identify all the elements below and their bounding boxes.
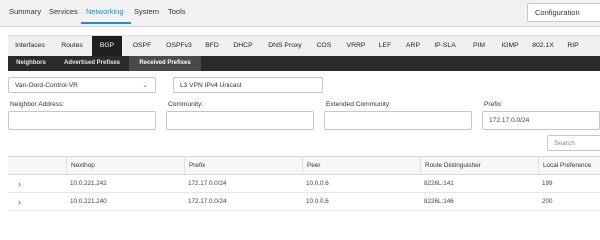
tab-dns-proxy[interactable]: DNS Proxy bbox=[262, 36, 308, 56]
column-header-prefix[interactable]: Prefix bbox=[184, 157, 302, 175]
neighbor-address-label: Neighbor Address: bbox=[10, 101, 65, 108]
community-input[interactable] bbox=[166, 111, 314, 130]
nav-services[interactable]: Services bbox=[49, 7, 78, 16]
table-header: Nexthop Prefix Peer Route Distinguisher … bbox=[8, 156, 600, 175]
address-family-select-value: L3 VPN IPv4 Unicast bbox=[180, 82, 242, 89]
tab-bgp[interactable]: BGP bbox=[92, 36, 122, 56]
cell-nexthop: 10.0.221.240 bbox=[70, 198, 107, 205]
cell-local-preference: 200 bbox=[542, 198, 553, 205]
protocol-tab-bar: Interfaces Routes BGP OSPF OSPFv3 BFD DH… bbox=[8, 35, 600, 57]
cell-peer: 10.0.0.6 bbox=[306, 198, 329, 205]
cell-route-distinguisher: 8226L:146 bbox=[424, 198, 454, 205]
chevron-right-icon[interactable]: › bbox=[18, 175, 21, 193]
configuration-button[interactable]: Configuration bbox=[527, 3, 600, 22]
cell-prefix: 172.17.0.0/24 bbox=[188, 198, 227, 205]
nav-system[interactable]: System bbox=[134, 7, 159, 16]
tab-igmp[interactable]: IGMP bbox=[496, 36, 524, 56]
nav-tools[interactable]: Tools bbox=[168, 7, 186, 16]
tab-received-prefixes[interactable]: Received Prefixes bbox=[129, 56, 201, 71]
chevron-down-icon: ⌄ bbox=[142, 82, 148, 89]
cell-peer: 10.0.0.6 bbox=[306, 180, 329, 187]
column-header-local-preference[interactable]: Local Preference bbox=[538, 157, 600, 175]
nav-summary[interactable]: Summary bbox=[9, 7, 41, 16]
active-nav-indicator bbox=[81, 22, 131, 24]
tab-ip-sla[interactable]: IP-SLA bbox=[428, 36, 462, 56]
tab-lef[interactable]: LEF bbox=[374, 36, 396, 56]
community-label: Community: bbox=[168, 101, 204, 108]
search-input[interactable]: Search bbox=[547, 135, 600, 151]
table-row[interactable]: › 10.0.221.240 172.17.0.0/24 10.0.0.6 82… bbox=[8, 193, 600, 211]
tab-routes[interactable]: Routes bbox=[54, 36, 90, 56]
tab-rip[interactable]: RIP bbox=[562, 36, 584, 56]
cell-prefix: 172.17.0.0/24 bbox=[188, 180, 227, 187]
chevron-right-icon[interactable]: › bbox=[18, 193, 21, 211]
address-family-select[interactable]: L3 VPN IPv4 Unicast bbox=[173, 77, 323, 93]
main-content: Interfaces Routes BGP OSPF OSPFv3 BFD DH… bbox=[0, 27, 600, 214]
tab-vrrp[interactable]: VRRP bbox=[341, 36, 371, 56]
nav-networking[interactable]: Networking bbox=[86, 7, 124, 16]
extended-community-label: Extended Community: bbox=[326, 101, 391, 108]
table-row[interactable]: › 10.0.221.242 172.17.0.0/24 10.0.0.6 82… bbox=[8, 175, 600, 193]
tab-arp[interactable]: ARP bbox=[401, 36, 425, 56]
tab-ospf[interactable]: OSPF bbox=[127, 36, 157, 56]
prefix-label: Prefix: bbox=[484, 101, 503, 108]
prefix-input[interactable]: 172.17.0.0/24 bbox=[482, 111, 600, 130]
tab-802-1x[interactable]: 802.1X bbox=[528, 36, 558, 56]
column-header-expand bbox=[8, 157, 66, 175]
tab-pim[interactable]: PIM bbox=[468, 36, 490, 56]
cell-nexthop: 10.0.221.242 bbox=[70, 180, 107, 187]
cell-route-distinguisher: 8226L:141 bbox=[424, 180, 454, 187]
column-header-route-distinguisher[interactable]: Route Distinguisher bbox=[420, 157, 538, 175]
neighbor-address-input[interactable] bbox=[8, 111, 156, 130]
tab-neighbors[interactable]: Neighbors bbox=[8, 56, 54, 71]
tab-ospfv3[interactable]: OSPFv3 bbox=[161, 36, 197, 56]
cell-local-preference: 199 bbox=[542, 180, 553, 187]
virtual-router-select[interactable]: Van-Oord-Control-VR ⌄ bbox=[8, 77, 156, 93]
tab-advertised-prefixes[interactable]: Advertised Prefixes bbox=[56, 56, 128, 71]
virtual-router-select-value: Van-Oord-Control-VR bbox=[15, 82, 78, 89]
tab-dhcp[interactable]: DHCP bbox=[228, 36, 258, 56]
tab-bfd[interactable]: BFD bbox=[199, 36, 225, 56]
tab-cos[interactable]: COS bbox=[311, 36, 337, 56]
column-header-nexthop[interactable]: Nexthop bbox=[66, 157, 184, 175]
extended-community-input[interactable] bbox=[324, 111, 472, 130]
column-header-peer[interactable]: Peer bbox=[302, 157, 420, 175]
bgp-sub-tab-bar: Neighbors Advertised Prefixes Received P… bbox=[8, 56, 600, 71]
top-navigation: Summary Services Networking System Tools… bbox=[0, 0, 600, 27]
tab-interfaces[interactable]: Interfaces bbox=[8, 36, 52, 56]
